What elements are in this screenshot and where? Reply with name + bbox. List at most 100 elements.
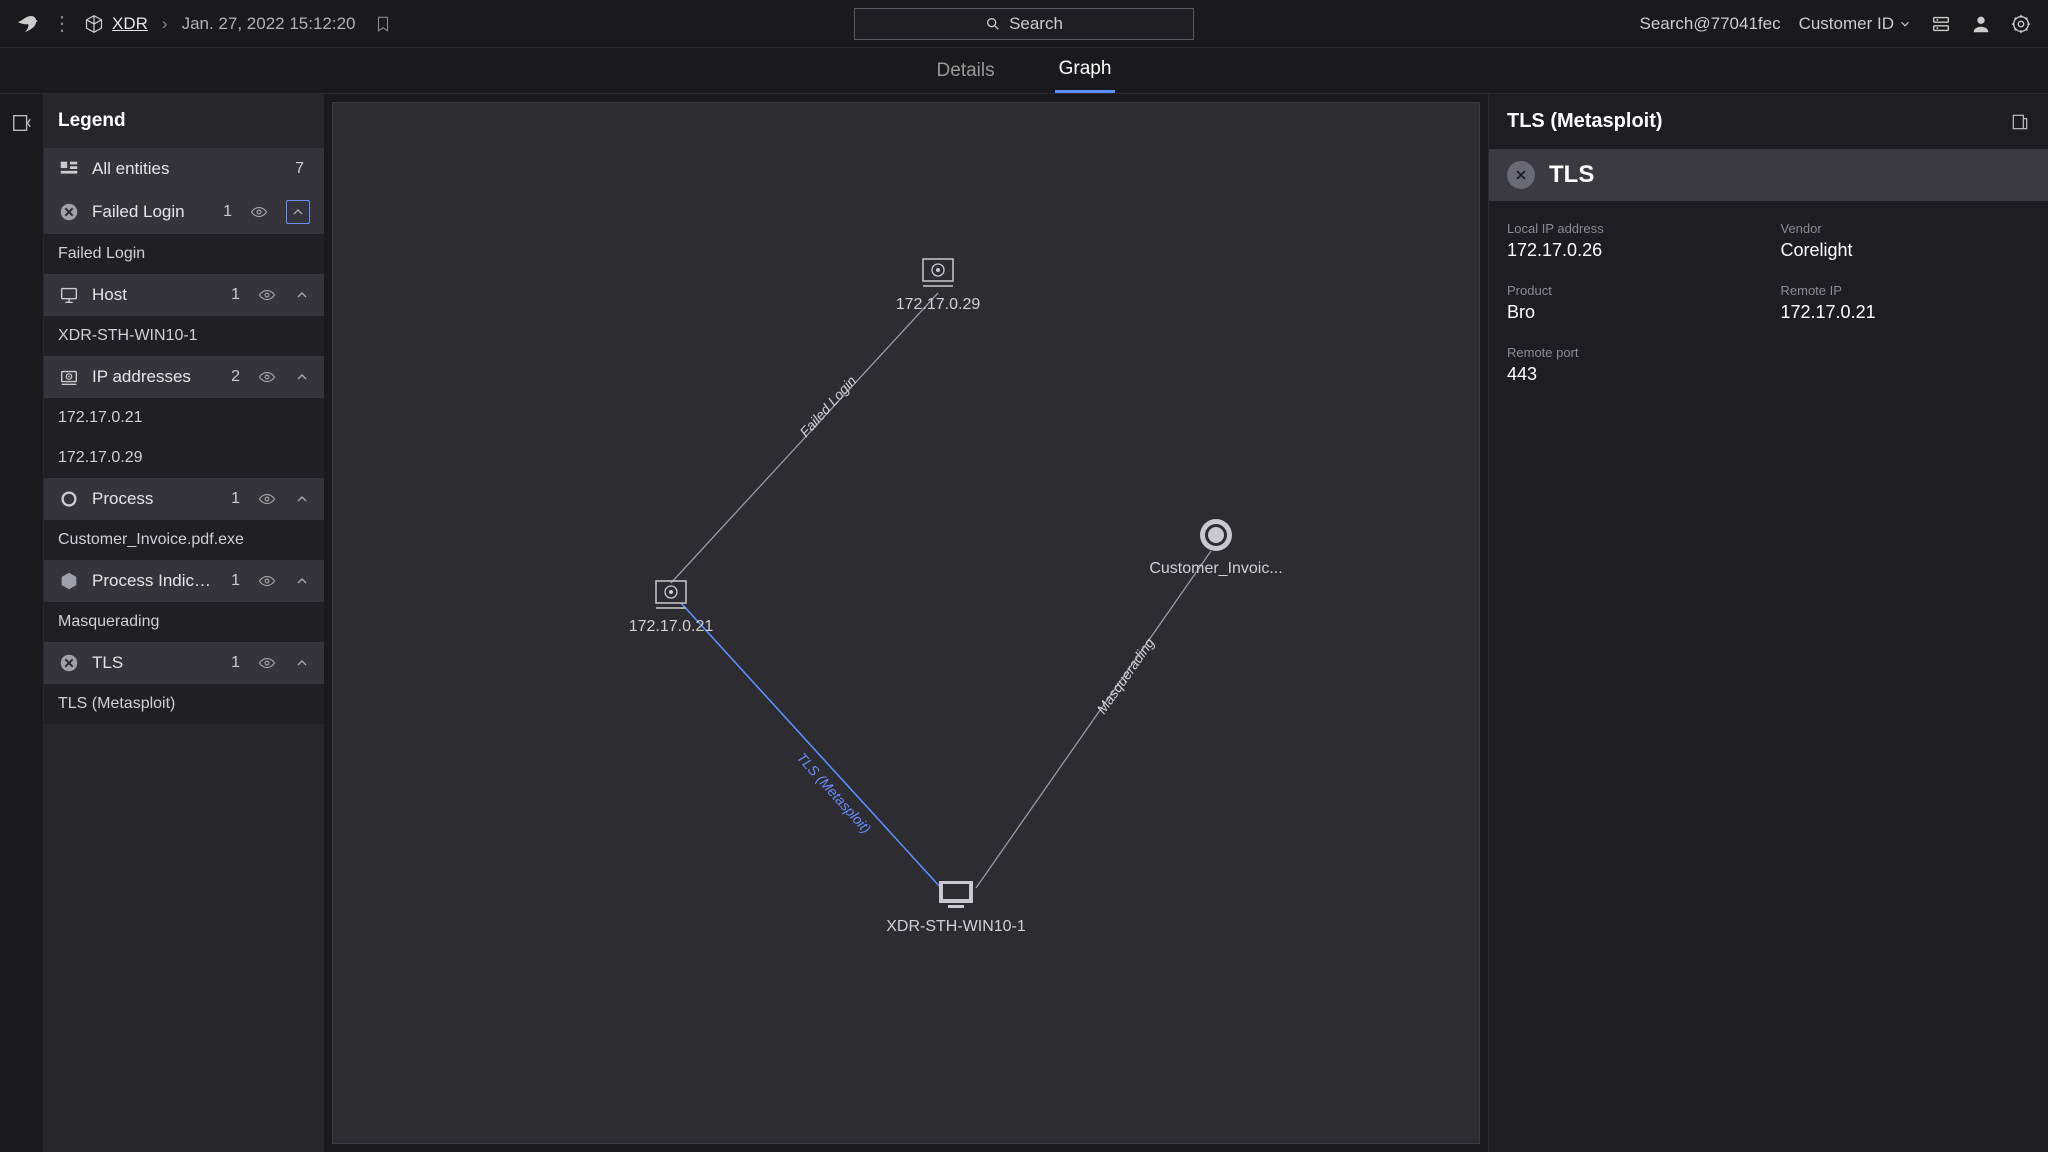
hex-icon [58,570,80,592]
field-vendor: Vendor Corelight [1781,221,2031,261]
legend-title: Legend [44,94,324,148]
field-value: 172.17.0.26 [1507,240,1757,261]
legend-group-label: IP addresses [92,367,219,387]
legend-panel: Legend All entities 7 Failed Login 1 Fai… [44,94,324,1152]
legend-group-ip-addresses[interactable]: IP addresses 2 [44,356,324,398]
collapse-toggle[interactable] [286,200,310,224]
field-value: 172.17.0.21 [1781,302,2031,323]
legend-group-process[interactable]: Process 1 [44,478,324,520]
edge-label: TLS (Metasploit) [794,749,875,836]
details-panel: TLS (Metasploit) TLS Local IP address 17… [1488,94,2048,1152]
legend-group-count: 1 [231,286,240,304]
graph-canvas[interactable]: Failed Login TLS (Metasploit) Masqueradi… [332,102,1480,1144]
legend-group-count: 1 [231,490,240,508]
chevron-up-icon[interactable] [294,287,310,303]
bookmark-icon[interactable] [374,15,392,33]
tab-details[interactable]: Details [933,50,999,92]
edge-label: Masquerading [1093,635,1157,717]
chevron-up-icon [290,204,306,220]
legend-item-indicator[interactable]: Masquerading [44,602,324,642]
edge-failed-login[interactable] [671,293,938,583]
visibility-eye-icon[interactable] [250,203,268,221]
panel-collapse-icon[interactable] [11,112,33,134]
edge-label: Failed Login [796,372,859,440]
legend-item-host[interactable]: XDR-STH-WIN10-1 [44,316,324,356]
search-input[interactable]: Search [854,8,1194,40]
legend-group-label: Failed Login [92,202,211,222]
chevron-up-icon[interactable] [294,573,310,589]
graph-node-host[interactable]: XDR-STH-WIN10-1 [886,881,1026,935]
field-remote-ip: Remote IP 172.17.0.21 [1781,283,2031,323]
host-icon [58,284,80,306]
module-cube-icon[interactable] [84,14,104,34]
chevron-down-icon [1898,17,1912,31]
legend-group-tls[interactable]: TLS 1 [44,642,324,684]
legend-group-count: 1 [231,654,240,672]
user-icon[interactable] [1970,13,1992,35]
field-label: Remote port [1507,345,1757,360]
legend-group-failed-login[interactable]: Failed Login 1 [44,190,324,234]
graph-node-ip-29[interactable]: 172.17.0.29 [896,259,981,313]
field-value: Bro [1507,302,1757,323]
chevron-up-icon[interactable] [294,655,310,671]
user-search-label[interactable]: Search@77041fec [1640,14,1781,34]
legend-group-count: 1 [231,572,240,590]
field-product: Product Bro [1507,283,1757,323]
tab-row: Details Graph [0,48,2048,94]
popout-icon[interactable] [2010,112,2030,132]
legend-group-label: Host [92,285,219,305]
visibility-eye-icon[interactable] [258,654,276,672]
legend-item-failed-login[interactable]: Failed Login [44,234,324,274]
breadcrumb-root[interactable]: XDR [112,14,148,34]
process-circle-icon [58,488,80,510]
node-label: Customer_Invoic... [1149,560,1282,577]
legend-item-ip[interactable]: 172.17.0.21 [44,398,324,438]
edge-tls[interactable] [681,603,941,888]
search-placeholder: Search [1009,14,1063,34]
field-remote-port: Remote port 443 [1507,345,1757,385]
logo-bird-icon[interactable] [16,12,40,36]
graph-node-ip-21[interactable]: 172.17.0.21 [629,581,714,635]
chevron-up-icon[interactable] [294,491,310,507]
field-label: Local IP address [1507,221,1757,236]
legend-item-process[interactable]: Customer_Invoice.pdf.exe [44,520,324,560]
field-label: Vendor [1781,221,2031,236]
field-label: Remote IP [1781,283,2031,298]
field-value: Corelight [1781,240,2031,261]
details-title: TLS (Metasploit) [1507,110,1663,133]
field-value: 443 [1507,364,1757,385]
top-bar: ⋮ XDR › Jan. 27, 2022 15:12:20 Search Se… [0,0,2048,48]
legend-item-tls[interactable]: TLS (Metasploit) [44,684,324,724]
legend-group-label: Process [92,489,219,509]
details-band: TLS [1489,149,2048,201]
customer-id-label: Customer ID [1799,14,1894,34]
all-entities-icon [58,158,80,180]
legend-group-count: 2 [231,368,240,386]
menu-dots-icon[interactable]: ⋮ [52,14,72,34]
details-band-title: TLS [1549,161,1594,189]
customer-id-dropdown[interactable]: Customer ID [1799,14,1912,34]
node-label: 172.17.0.21 [629,618,714,635]
legend-group-label: TLS [92,653,219,673]
visibility-eye-icon[interactable] [258,572,276,590]
legend-item-ip[interactable]: 172.17.0.29 [44,438,324,478]
legend-group-process-indicator[interactable]: Process Indicat... 1 [44,560,324,602]
settings-gear-icon[interactable] [2010,13,2032,35]
edge-masquerading[interactable] [976,551,1211,888]
node-label: XDR-STH-WIN10-1 [886,918,1026,935]
legend-group-host[interactable]: Host 1 [44,274,324,316]
legend-group-all-entities[interactable]: All entities 7 [44,148,324,190]
legend-group-count: 7 [295,160,304,178]
tab-graph[interactable]: Graph [1055,48,1116,93]
graph-node-process[interactable]: Customer_Invoic... [1149,519,1282,577]
visibility-eye-icon[interactable] [258,286,276,304]
breadcrumb-timestamp: Jan. 27, 2022 15:12:20 [182,14,356,34]
server-icon[interactable] [1930,13,1952,35]
x-circle-icon [58,201,80,223]
breadcrumb-separator-icon: › [162,14,168,34]
chevron-up-icon[interactable] [294,369,310,385]
search-icon [985,16,1001,32]
close-button[interactable] [1507,161,1535,189]
visibility-eye-icon[interactable] [258,490,276,508]
visibility-eye-icon[interactable] [258,368,276,386]
